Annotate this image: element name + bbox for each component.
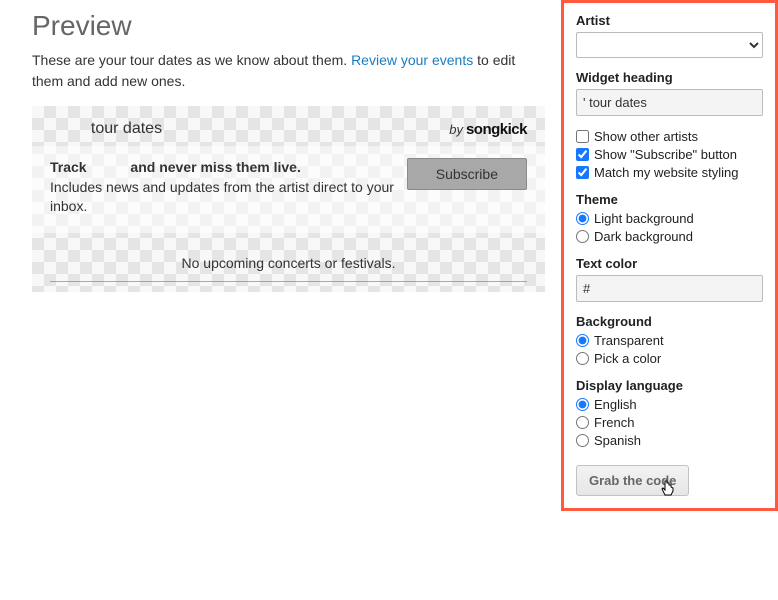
lang-es-radio[interactable] (576, 434, 589, 447)
show-other-artists-checkbox[interactable] (576, 130, 589, 143)
preview-description: These are your tour dates as we know abo… (32, 50, 545, 92)
track-suffix: and never miss them live. (127, 159, 301, 175)
preview-title: Preview (32, 10, 545, 42)
theme-light-radio[interactable] (576, 212, 589, 225)
theme-light-label: Light background (594, 211, 694, 226)
track-sub: Includes news and updates from the artis… (50, 179, 394, 215)
lang-en-radio[interactable] (576, 398, 589, 411)
track-row: Track Artist and never miss them live. I… (32, 146, 545, 233)
text-color-label: Text color (576, 256, 763, 271)
no-upcoming-text: No upcoming concerts or festivals. (32, 233, 545, 281)
subscribe-button[interactable]: Subscribe (407, 158, 527, 190)
show-other-artists-label: Show other artists (594, 129, 698, 144)
songkick-logo: songkick (466, 121, 527, 138)
preview-column: Preview These are your tour dates as we … (0, 0, 561, 511)
widget-heading-input[interactable] (576, 89, 763, 116)
by-label: by (449, 122, 463, 137)
bg-pick-label: Pick a color (594, 351, 661, 366)
track-text: Track Artist and never miss them live. I… (50, 158, 397, 217)
lang-es-label: Spanish (594, 433, 641, 448)
show-subscribe-checkbox[interactable] (576, 148, 589, 161)
background-label: Background (576, 314, 763, 329)
language-label: Display language (576, 378, 763, 393)
widget-divider (50, 281, 527, 282)
text-color-input[interactable] (576, 275, 763, 302)
songkick-attribution: by songkick (449, 121, 527, 138)
review-events-link[interactable]: Review your events (351, 52, 473, 68)
widget-preview: Artist tour dates by songkick Track Arti… (32, 106, 545, 292)
match-styling-label: Match my website styling (594, 165, 739, 180)
show-subscribe-label: Show "Subscribe" button (594, 147, 737, 162)
widget-title: Artist tour dates (50, 120, 162, 138)
bg-transparent-label: Transparent (594, 333, 664, 348)
lang-en-label: English (594, 397, 637, 412)
match-styling-checkbox[interactable] (576, 166, 589, 179)
theme-label: Theme (576, 192, 763, 207)
track-prefix: Track (50, 159, 90, 175)
bg-transparent-radio[interactable] (576, 334, 589, 347)
settings-panel: Artist Widget heading Show other artists… (561, 0, 778, 511)
lang-fr-label: French (594, 415, 634, 430)
preview-desc-prefix: These are your tour dates as we know abo… (32, 52, 351, 68)
widget-header: Artist tour dates by songkick (32, 120, 545, 146)
theme-dark-label: Dark background (594, 229, 693, 244)
lang-fr-radio[interactable] (576, 416, 589, 429)
artist-select[interactable] (576, 32, 763, 58)
grab-code-button[interactable]: Grab the code (576, 465, 689, 496)
bg-pick-radio[interactable] (576, 352, 589, 365)
artist-label: Artist (576, 13, 763, 28)
widget-heading-label: Widget heading (576, 70, 763, 85)
theme-dark-radio[interactable] (576, 230, 589, 243)
